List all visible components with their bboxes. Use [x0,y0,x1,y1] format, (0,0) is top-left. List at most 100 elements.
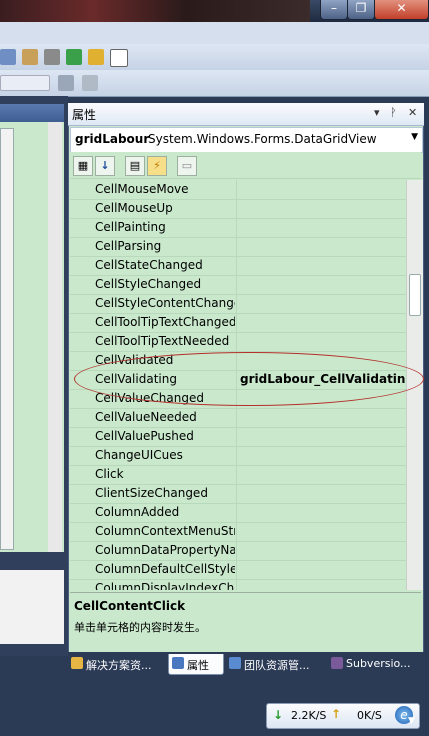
properties-toolbar: ▦ ↓ ▤ ⚡ ▭ [70,152,421,179]
events-button[interactable]: ⚡ [147,156,167,176]
property-row[interactable]: CellMouseUp [70,199,406,219]
property-row[interactable]: CellToolTipTextChanged [70,313,406,333]
property-name: ColumnAdded [95,505,180,519]
column-divider [236,503,237,522]
object-selector[interactable]: gridLabour System.Windows.Forms.DataGrid… [70,127,423,153]
designer-form-edge[interactable] [0,128,14,550]
pin-icon[interactable]: ᚹ [390,106,397,119]
alphabetical-button[interactable]: ↓ [95,156,115,176]
toolbar-combo[interactable] [0,75,50,91]
tab-icon [229,657,241,669]
window-position-icon[interactable]: ▾ [374,106,380,119]
close-icon[interactable]: ✕ [408,106,417,119]
property-row[interactable]: CellStyleChanged [70,275,406,295]
property-name: CellMouseUp [95,201,173,215]
tab-label: Subversio... [346,657,411,670]
tools-icon[interactable] [44,49,60,65]
column-divider [236,465,237,484]
network-speed-widget: ↓ 2.2K/S ↑ 0K/S e [266,703,420,729]
object-name: gridLabour [75,132,150,146]
download-speed: 2.2K/S [291,709,327,722]
property-row[interactable]: ClientSizeChanged [70,484,406,504]
property-name: CellStyleContentChanged [95,296,235,310]
property-name: CellStateChanged [95,258,203,272]
property-row[interactable]: CellToolTipTextNeeded [70,332,406,352]
property-row[interactable]: CellParsing [70,237,406,257]
property-row[interactable]: ColumnDataPropertyNameChanged [70,541,406,561]
tab-icon [172,657,184,669]
toolbar-icon-2[interactable] [22,49,38,65]
property-name: ColumnDisplayIndexChanged [95,581,235,590]
property-row[interactable]: CellStyleContentChanged [70,294,406,314]
close-window-button[interactable]: ✕ [374,0,429,20]
property-row[interactable]: CellMouseMove [70,180,406,200]
column-divider [236,294,237,313]
chevron-down-icon[interactable]: ▼ [411,132,418,142]
column-divider [236,180,237,199]
property-name: CellToolTipTextNeeded [95,334,230,348]
description-area: CellContentClick 单击单元格的内容时发生。 [70,592,421,651]
component-tray[interactable] [0,570,64,644]
maximize-button[interactable]: ❐ [347,0,375,20]
property-row[interactable]: ColumnDisplayIndexChanged [70,579,406,590]
property-row[interactable]: CellStateChanged [70,256,406,276]
column-divider [236,579,237,590]
property-row[interactable]: CellPainting [70,218,406,238]
property-name: ChangeUICues [95,448,183,462]
property-name: CellStyleChanged [95,277,202,291]
property-name: CellPainting [95,220,166,234]
property-row[interactable]: ColumnDefaultCellStyleChanged [70,560,406,580]
column-divider [236,313,237,332]
chevron-down-icon[interactable] [132,49,138,65]
scrollbar-thumb[interactable] [409,274,421,316]
designer-tab-header[interactable] [0,104,64,122]
column-divider [236,427,237,446]
property-pages-button[interactable]: ▭ [177,156,197,176]
window-title-bar: – ❐ ✕ [0,0,429,22]
tab-label: 团队资源管... [244,659,310,672]
property-name: ColumnContextMenuStripChanged [95,524,235,538]
property-row[interactable]: ChangeUICues [70,446,406,466]
property-row[interactable]: CellValueNeeded [70,408,406,428]
tab-3[interactable]: Subversio... [328,654,424,674]
tab-0[interactable]: 解决方案资... [68,654,164,674]
standard-toolbar [0,44,429,71]
chevron-down-icon[interactable]: ▼ [408,716,415,726]
toolbar-icon-7[interactable] [82,75,98,91]
properties-button[interactable]: ▤ [125,156,145,176]
toolbar-icon-1[interactable] [0,49,16,65]
property-name: ColumnDataPropertyNameChanged [95,543,235,557]
designer-scrollbar[interactable] [48,122,62,552]
desktop-background [0,0,310,22]
upload-speed: 0K/S [357,709,382,722]
upload-arrow-icon: ↑ [331,707,342,721]
tab-label: 属性 [187,659,209,672]
property-row[interactable]: Click [70,465,406,485]
tab-2[interactable]: 团队资源管... [226,654,324,674]
tab-1[interactable]: 属性 [168,654,224,675]
property-name: ColumnDefaultCellStyleChanged [95,562,235,576]
toolbar-icon-5[interactable] [88,49,104,65]
property-name: CellParsing [95,239,162,253]
column-divider [236,199,237,218]
property-name: CellToolTipTextChanged [95,315,235,329]
categorized-button[interactable]: ▦ [73,156,93,176]
object-type: System.Windows.Forms.DataGridView [148,132,377,146]
property-row[interactable]: ColumnContextMenuStripChanged [70,522,406,542]
minimize-button[interactable]: – [320,0,348,20]
column-divider [236,446,237,465]
tab-label: 解决方案资... [86,659,152,672]
window-icon[interactable] [110,49,128,67]
column-divider [236,560,237,579]
description-text: 单击单元格的内容时发生。 [74,621,206,634]
column-divider [236,541,237,560]
column-divider [236,484,237,503]
property-row[interactable]: CellValuePushed [70,427,406,447]
property-row[interactable]: ColumnAdded [70,503,406,523]
download-arrow-icon: ↓ [273,708,284,722]
property-name: ClientSizeChanged [95,486,208,500]
column-divider [236,256,237,275]
toolbar-icon-6[interactable] [58,75,74,91]
toolbar-icon-4[interactable] [66,49,82,65]
tool-window-tabs: 解决方案资... 属性 团队资源管... Subversio... [68,652,429,676]
